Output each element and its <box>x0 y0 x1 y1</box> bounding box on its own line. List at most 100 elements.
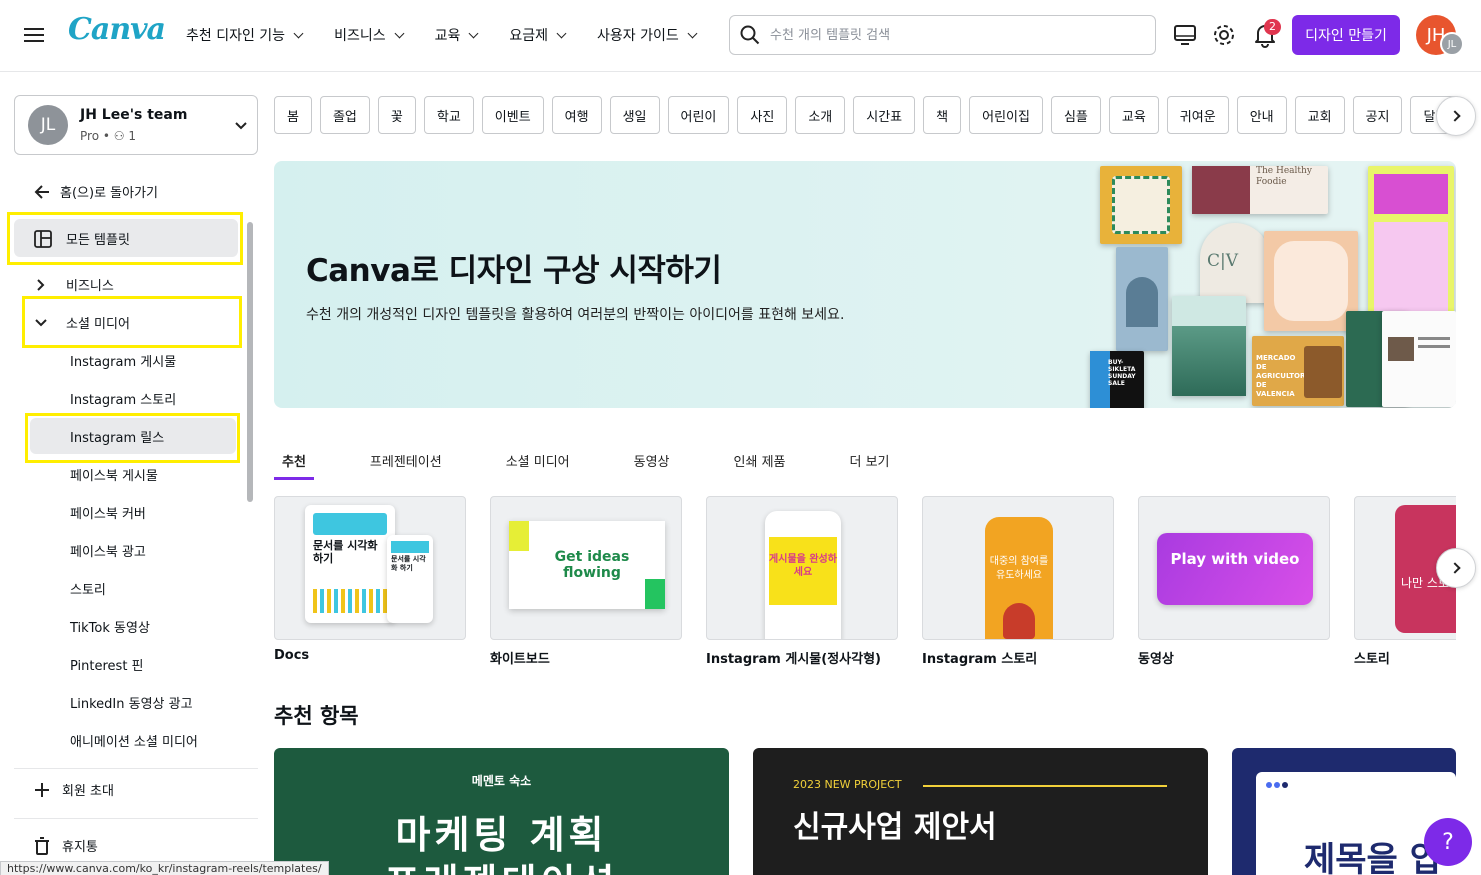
chip[interactable]: 소개 <box>795 96 846 134</box>
highlight-box <box>7 212 243 265</box>
thumb-text: 문서를 시각화 하기 <box>391 555 426 572</box>
tab-social-media[interactable]: 소셜 미디어 <box>498 445 578 480</box>
nav-guide[interactable]: 사용자 가이드 <box>597 25 698 45</box>
chip[interactable]: 안내 <box>1236 96 1287 134</box>
chip[interactable]: 교육 <box>1108 96 1159 134</box>
design-type-card[interactable]: 문서를 시각화하기 문서를 시각화 하기 Docs <box>274 496 466 663</box>
sidebar-subitem[interactable]: Instagram 게시물 <box>70 351 176 370</box>
sidebar-subitem[interactable]: 스토리 <box>70 579 106 598</box>
chip[interactable]: 사진 <box>737 96 788 134</box>
thumb-text: 대중의 참여를 유도하세요 <box>989 556 1049 581</box>
sidebar-subitem[interactable]: 페이스북 게시물 <box>70 465 158 484</box>
sidebar-label: 회원 초대 <box>62 784 114 799</box>
template-thumbnail <box>1116 247 1168 351</box>
thumb-text: BUY- SIKLETA SUNDAY SALE <box>1108 359 1136 387</box>
nav-pricing[interactable]: 요금제 <box>509 25 567 45</box>
nav-label: 요금제 <box>509 28 548 44</box>
featured-card[interactable]: 제목을 입 <box>1232 748 1456 875</box>
chips-next-button[interactable] <box>1436 96 1476 136</box>
chip[interactable]: 어린이 <box>667 96 730 134</box>
tab-video[interactable]: 동영상 <box>626 445 678 480</box>
chevron-down-icon <box>687 28 698 38</box>
featured-card[interactable]: 2023 NEW PROJECT 신규사업 제안서 <box>753 748 1208 875</box>
chip[interactable]: 귀여운 <box>1166 96 1229 134</box>
design-type-card[interactable]: 대중의 참여를 유도하세요 Instagram 스토리 <box>922 496 1114 667</box>
design-type-thumbnail: 문서를 시각화하기 문서를 시각화 하기 <box>274 496 466 640</box>
featured-title: 신규사업 제안서 <box>793 810 997 845</box>
status-url-bar: https://www.canva.com/ko_kr/instagram-re… <box>0 861 329 875</box>
design-type-label: 동영상 <box>1138 652 1174 667</box>
chip[interactable]: 어린이집 <box>969 96 1043 134</box>
search-box[interactable] <box>729 15 1156 55</box>
tab-presentation[interactable]: 프레젠테이션 <box>362 445 450 480</box>
chip[interactable]: 학교 <box>423 96 474 134</box>
team-plan: Pro • ⚇ 1 <box>80 129 136 143</box>
nav-featured[interactable]: 추천 디자인 기능 <box>186 25 304 45</box>
hero-title: Canva로 디자인 구상 시작하기 <box>306 253 722 289</box>
sidebar-subitem[interactable]: 애니메이션 소셜 미디어 <box>70 731 198 750</box>
design-type-card[interactable]: Get ideas flowing 화이트보드 <box>490 496 682 667</box>
featured-card[interactable]: 메멘토 숙소 마케팅 계획 프레젠테이션 <box>274 748 729 875</box>
chip[interactable]: 생일 <box>609 96 660 134</box>
chip[interactable]: 심플 <box>1050 96 1101 134</box>
chevron-right-icon <box>1448 110 1461 122</box>
featured-kicker: 2023 NEW PROJECT <box>793 778 902 791</box>
design-type-thumbnail: 게시물을 완성하세요 <box>706 496 898 640</box>
sidebar-subitem[interactable]: Instagram 스토리 <box>70 389 176 408</box>
highlight-box <box>25 413 240 463</box>
featured-title: 제목을 입 <box>1304 840 1441 875</box>
chip[interactable]: 졸업 <box>319 96 370 134</box>
chip[interactable]: 책 <box>923 96 962 134</box>
sidebar-scrollbar[interactable] <box>247 222 253 502</box>
tab-recommended[interactable]: 추천 <box>274 445 314 480</box>
chip[interactable]: 꽃 <box>377 96 416 134</box>
chip[interactable]: 교회 <box>1294 96 1345 134</box>
design-type-thumbnail: 대중의 참여를 유도하세요 <box>922 496 1114 640</box>
chip[interactable]: 이벤트 <box>481 96 544 134</box>
back-to-home[interactable]: 홈(으)로 돌아가기 <box>34 182 158 201</box>
nav-label: 비즈니스 <box>334 28 386 44</box>
sidebar-item-business[interactable]: 비즈니스 <box>36 275 114 294</box>
nav-business[interactable]: 비즈니스 <box>334 25 405 45</box>
invite-members[interactable]: 회원 초대 <box>34 780 114 799</box>
featured-kicker: 메멘토 숙소 <box>471 774 532 788</box>
search-icon <box>740 25 760 45</box>
template-thumbnail <box>1264 231 1358 331</box>
menu-icon[interactable] <box>24 24 44 46</box>
search-input[interactable] <box>770 27 1130 43</box>
sidebar-subitem[interactable]: 페이스북 광고 <box>70 541 146 560</box>
types-next-button[interactable] <box>1436 548 1476 588</box>
thumb-text: Get ideas flowing <box>554 549 630 581</box>
sidebar-subitem[interactable]: 페이스북 커버 <box>70 503 146 522</box>
tab-more[interactable]: 더 보기 <box>842 445 898 480</box>
thumb-text: 게시물을 완성하세요 <box>769 554 837 578</box>
sidebar-subitem[interactable]: TikTok 동영상 <box>70 617 150 636</box>
design-type-card[interactable]: Play with video 동영상 <box>1138 496 1330 667</box>
design-type-card[interactable]: 게시물을 완성하세요 Instagram 게시물(정사각형) <box>706 496 898 667</box>
thumb-text: 문서를 시각화하기 <box>313 539 378 565</box>
chip[interactable]: 여행 <box>551 96 602 134</box>
hero-banner: Canva로 디자인 구상 시작하기 수천 개의 개성적인 디자인 템플릿을 활… <box>274 161 1456 408</box>
chip[interactable]: 시간표 <box>853 96 916 134</box>
sidebar-subitem[interactable]: Pinterest 핀 <box>70 655 144 674</box>
settings-gear-icon[interactable] <box>1211 22 1237 48</box>
team-switcher[interactable]: JL JH Lee's team Pro • ⚇ 1 <box>14 95 258 155</box>
back-label: 홈(으)로 돌아가기 <box>60 186 158 201</box>
desktop-app-icon[interactable] <box>1172 22 1198 48</box>
template-thumbnail: MERCADO DE AGRICULTORES DE VALENCIA <box>1252 336 1344 406</box>
divider <box>14 818 258 819</box>
trash[interactable]: 휴지통 <box>34 836 98 855</box>
plus-icon <box>35 782 49 797</box>
chevron-down-icon <box>293 28 304 38</box>
hero-subtitle: 수천 개의 개성적인 디자인 템플릿을 활용하여 여러분의 반짝이는 아이디어를… <box>306 307 845 323</box>
nav-education[interactable]: 교육 <box>435 25 479 45</box>
help-button[interactable]: ? <box>1424 818 1472 866</box>
arrow-left-icon <box>34 184 49 199</box>
sidebar-subitem[interactable]: LinkedIn 동영상 광고 <box>70 693 193 712</box>
chip[interactable]: 공지 <box>1352 96 1403 134</box>
canva-logo[interactable]: Canva <box>68 12 166 47</box>
chip[interactable]: 봄 <box>274 96 312 134</box>
tab-print[interactable]: 인쇄 제품 <box>726 445 794 480</box>
design-type-thumbnail: Get ideas flowing <box>490 496 682 640</box>
create-design-button[interactable]: 디자인 만들기 <box>1292 15 1400 55</box>
